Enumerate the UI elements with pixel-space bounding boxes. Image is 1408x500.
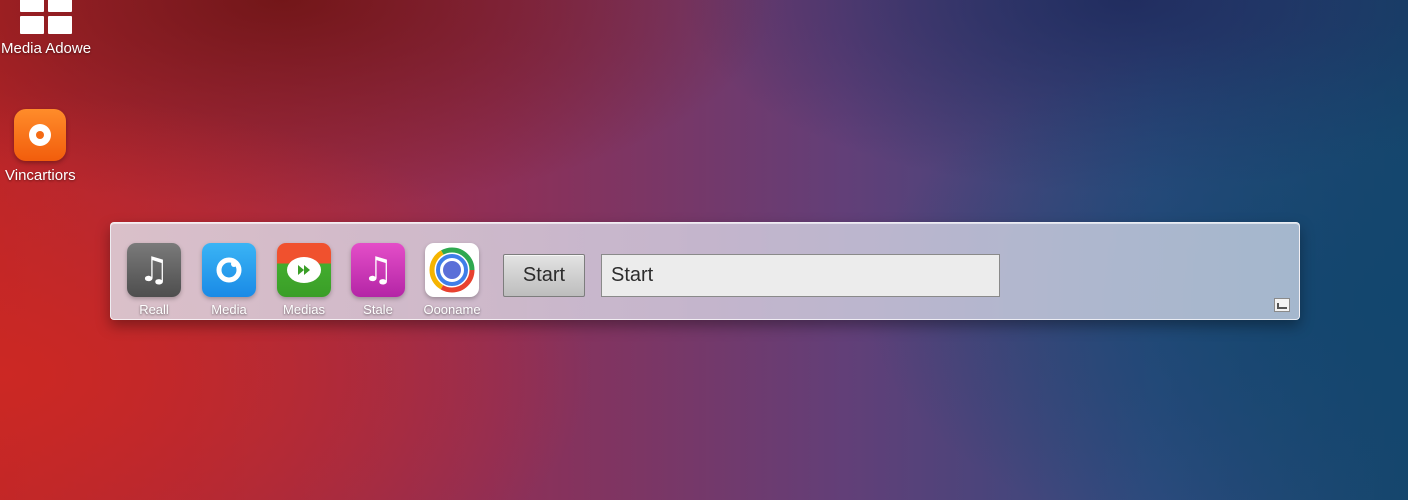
desktop-icon-media-adowe[interactable]: Media Adowe [1, 0, 91, 57]
desktop-icon-label: Vincartiors [5, 167, 76, 184]
orange-record-app-icon [14, 109, 67, 161]
dock-app-label: Reall [139, 302, 169, 317]
dock-app-label: Medias [283, 302, 325, 317]
play-forward-icon [277, 243, 331, 297]
start-button[interactable]: Start [503, 254, 585, 297]
chrome-ring-icon [425, 243, 479, 297]
taskbar: ♫ Reall Media Medias ♫ Stale Oooname Sta… [110, 222, 1300, 320]
desktop: Media Adowe Vincartiors ♫ Reall Media Me… [0, 0, 1408, 500]
music-note-icon: ♫ [127, 243, 181, 297]
dock-app-medias[interactable]: Medias [276, 243, 332, 317]
music-note-icon: ♫ [351, 243, 405, 297]
dock-app-reall[interactable]: ♫ Reall [126, 243, 182, 317]
start-input[interactable] [601, 254, 1000, 297]
media-circle-icon [202, 243, 256, 297]
show-desktop-icon[interactable] [1274, 298, 1290, 312]
dock-app-label: Stale [363, 302, 393, 317]
desktop-icon-label: Media Adowe [1, 40, 92, 57]
dock-app-label: Media [211, 302, 247, 317]
dock-app-oooname[interactable]: Oooname [423, 243, 481, 317]
dock-app-stale[interactable]: ♫ Stale [350, 243, 406, 317]
windows-logo-icon [20, 0, 73, 34]
dock-app-media[interactable]: Media [201, 243, 257, 317]
desktop-icon-vincartiors[interactable]: Vincartiors [5, 109, 76, 184]
dock-app-label: Oooname [423, 302, 481, 317]
